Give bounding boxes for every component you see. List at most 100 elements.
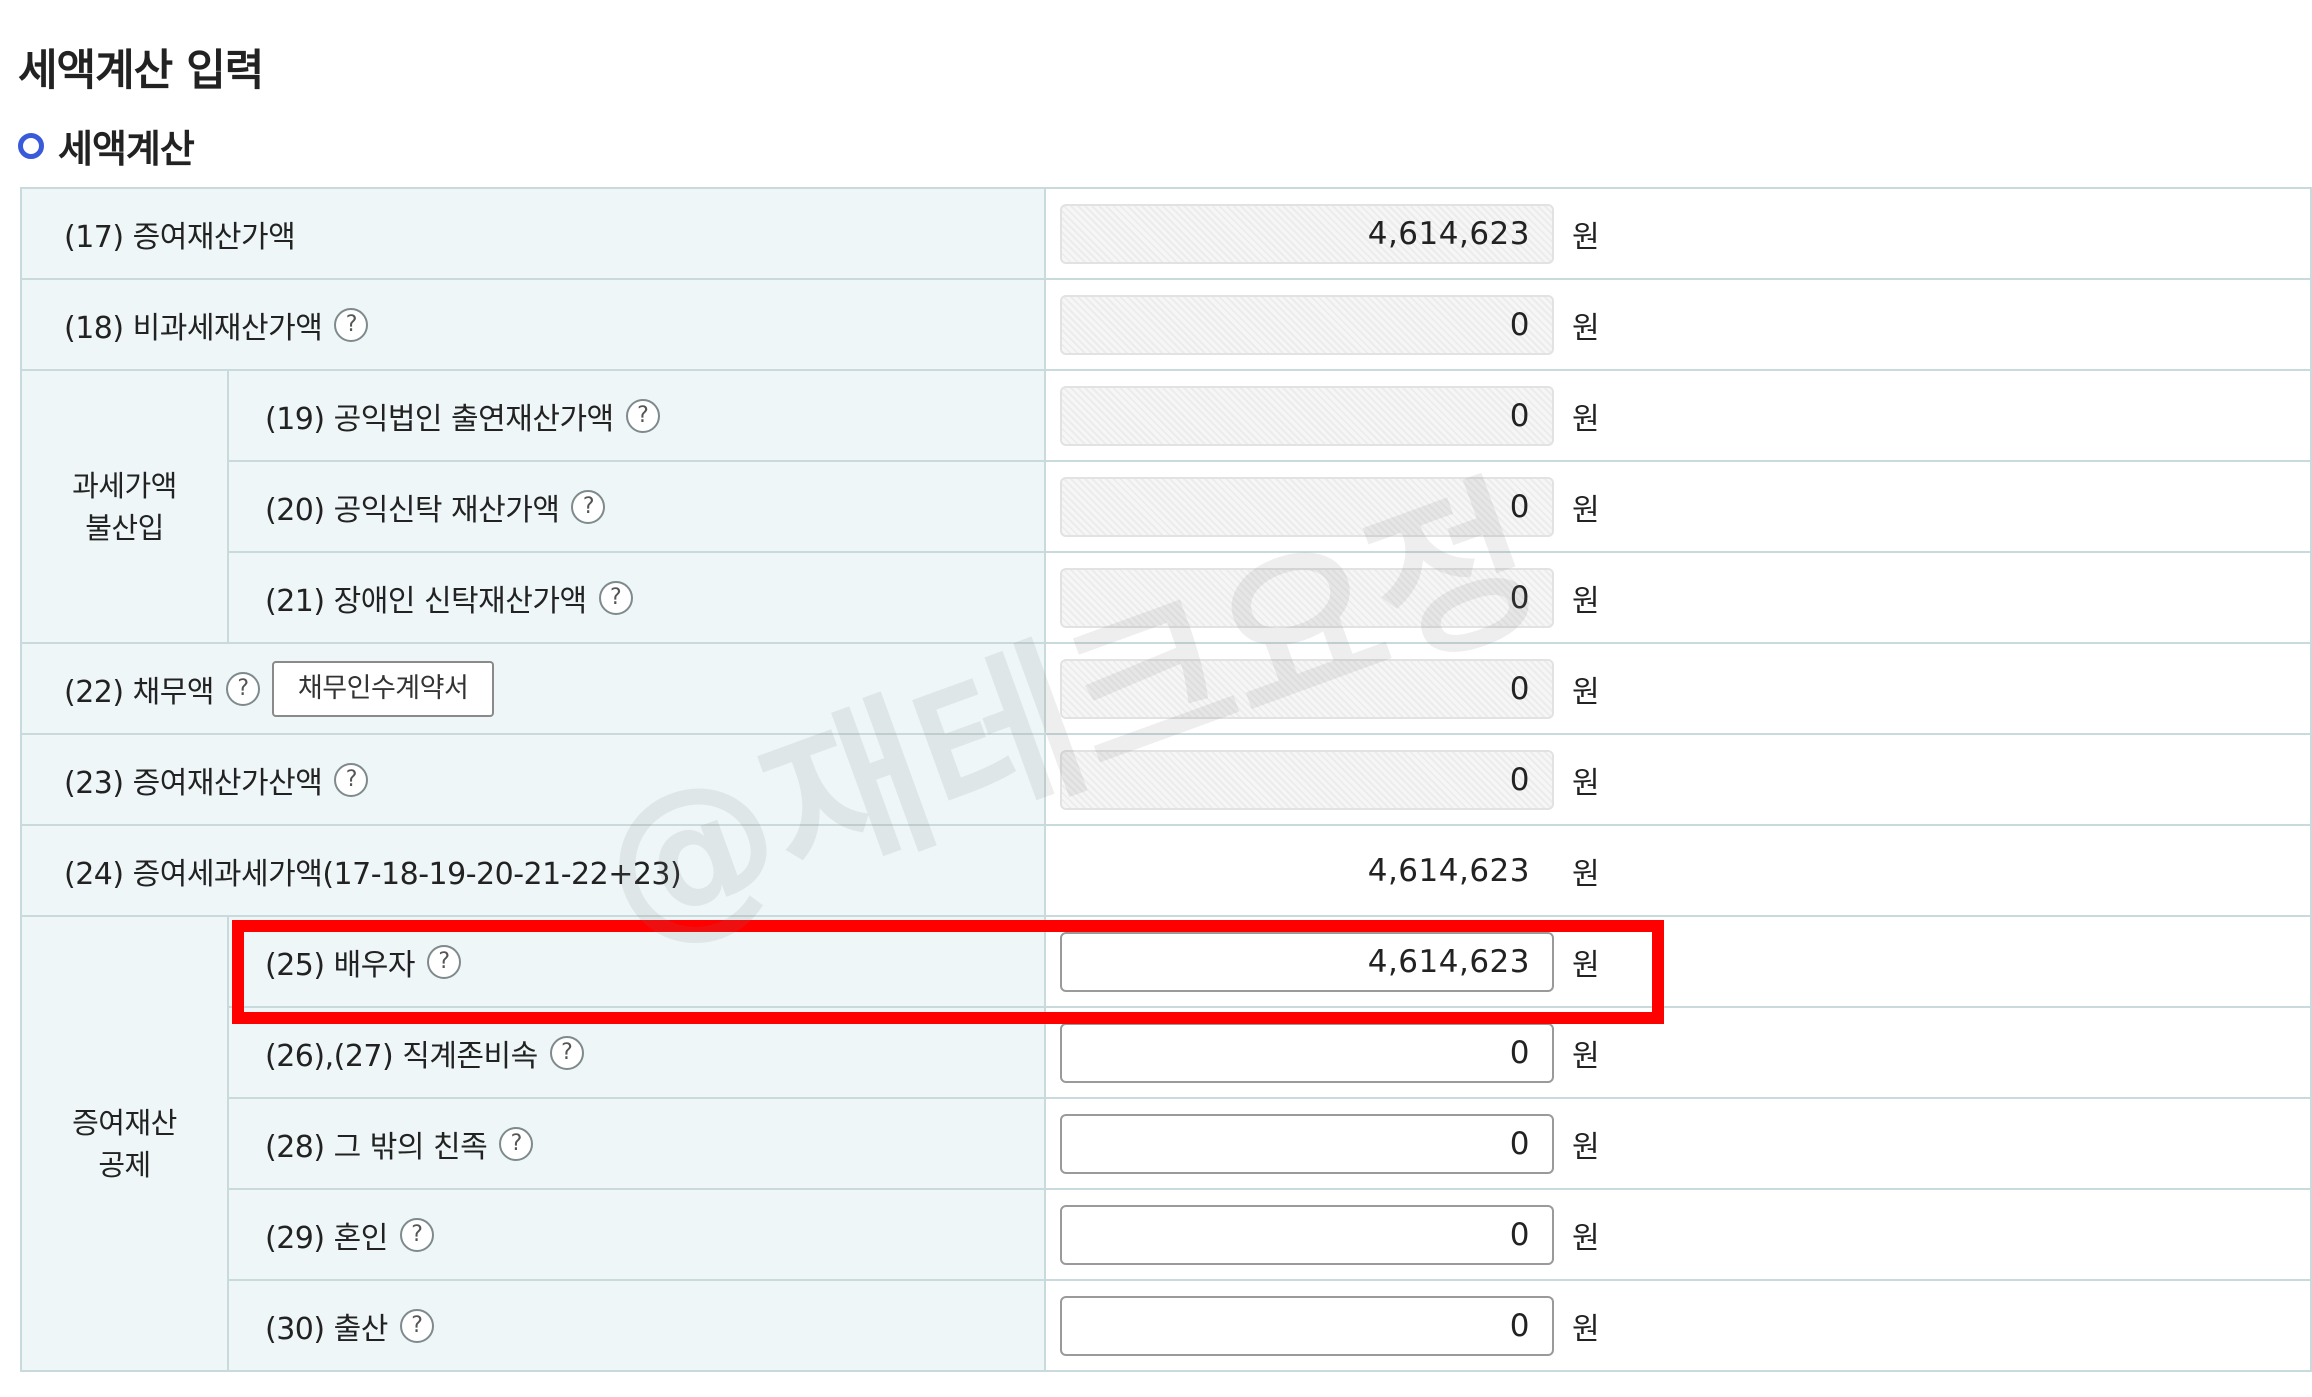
table-row-29: (29) 혼인? 0원 — [21, 1188, 2312, 1281]
row-26-label-cell: (26),(27) 직계존비속? — [227, 1006, 1046, 1099]
row-23-value-cell: 0원 — [1044, 733, 2312, 826]
help-icon[interactable]: ? — [334, 307, 369, 342]
table-row-30: (30) 출산? 0원 — [21, 1279, 2312, 1372]
row-29-label-cell: (29) 혼인? — [227, 1188, 1046, 1281]
unit-label: 원 — [1572, 1220, 1600, 1256]
debt-amount-field: 0 — [1060, 658, 1554, 719]
unit-label: 원 — [1572, 310, 1600, 346]
row-20-value-cell: 0원 — [1044, 460, 2312, 553]
marriage-deduction-input[interactable]: 0 — [1060, 1204, 1554, 1265]
tax-calculation-table: (17) 증여재산가액 4,614,623 원 (18) 비과세재산가액? 0원 … — [20, 187, 2312, 1372]
row-26-label: (26),(27) 직계존비속 — [265, 1038, 538, 1074]
exclusion-group-line1: 과세가액 — [72, 468, 177, 503]
deduction-group-line1: 증여재산 — [72, 1105, 177, 1140]
unit-label: 원 — [1572, 1038, 1600, 1074]
unit-label: 원 — [1572, 219, 1600, 255]
unit-label: 원 — [1572, 401, 1600, 437]
unit-label: 원 — [1572, 856, 1600, 892]
row-21-value-cell: 0원 — [1044, 551, 2312, 644]
section-title-text: 세액계산 — [58, 127, 195, 171]
row-26-value-cell: 0원 — [1044, 1006, 2312, 1099]
row-21-label: (21) 장애인 신탁재산가액 — [265, 583, 587, 619]
table-row-21: (21) 장애인 신탁재산가액? 0원 — [21, 551, 2312, 644]
row-30-value-cell: 0원 — [1044, 1279, 2312, 1372]
other-relative-deduction-input[interactable]: 0 — [1060, 1113, 1554, 1174]
row-23-label-cell: (23) 증여재산가산액? — [20, 733, 1046, 826]
row-29-label: (29) 혼인 — [265, 1220, 388, 1256]
table-row-18: (18) 비과세재산가액? 0원 — [20, 278, 2312, 371]
row-30-label: (30) 출산 — [265, 1311, 388, 1347]
row-22-value-cell: 0원 — [1044, 642, 2312, 735]
help-icon[interactable]: ? — [549, 1035, 584, 1070]
help-icon[interactable]: ? — [399, 1217, 434, 1252]
public-corp-contribution-field: 0 — [1060, 385, 1554, 446]
circle-bullet-icon — [18, 132, 44, 159]
debt-assumption-contract-button[interactable]: 채무인수계약서 — [271, 660, 495, 717]
row-18-label: (18) 비과세재산가액 — [64, 310, 323, 346]
row-25-value-cell: 4,614,623 원 — [1044, 915, 2312, 1008]
help-icon[interactable]: ? — [598, 580, 633, 615]
row-17-label: (17) 증여재산가액 — [64, 219, 296, 255]
help-icon[interactable]: ? — [571, 489, 606, 524]
help-icon[interactable]: ? — [625, 398, 660, 433]
help-icon[interactable]: ? — [225, 671, 260, 706]
row-24-label: (24) 증여세과세가액(17-18-19-20-21-22+23) — [64, 856, 682, 892]
table-row-20: (20) 공익신탁 재산가액? 0원 — [21, 460, 2312, 553]
row-28-value-cell: 0원 — [1044, 1097, 2312, 1190]
row-25-label: (25) 배우자 — [265, 947, 415, 983]
gift-addition-value-field: 0 — [1060, 749, 1554, 810]
table-row-26: (26),(27) 직계존비속? 0원 — [21, 1006, 2312, 1099]
table-row-23: (23) 증여재산가산액? 0원 — [20, 733, 2312, 826]
public-trust-value-field: 0 — [1060, 476, 1554, 537]
row-25-label-cell: (25) 배우자? — [227, 915, 1046, 1008]
section-title: 세액계산 — [18, 118, 195, 173]
table-row-25: 증여재산 공제 (25) 배우자? 4,614,623 원 — [20, 915, 2312, 1372]
help-icon[interactable]: ? — [426, 944, 461, 979]
gift-property-value-field: 4,614,623 — [1060, 203, 1554, 264]
taxable-gift-value-field: 4,614,623 — [1060, 840, 1554, 901]
table-row-28: (28) 그 밖의 친족? 0원 — [21, 1097, 2312, 1190]
row-22-label-cell: (22) 채무액? 채무인수계약서 — [20, 642, 1046, 735]
row-28-label-cell: (28) 그 밖의 친족? — [227, 1097, 1046, 1190]
row-19-label: (19) 공익법인 출연재산가액 — [265, 401, 614, 437]
row-20-label: (20) 공익신탁 재산가액 — [265, 492, 560, 528]
row-19-label-cell: (19) 공익법인 출연재산가액? — [227, 369, 1046, 462]
exclusion-group-line2: 불산입 — [85, 510, 164, 545]
row-21-label-cell: (21) 장애인 신탁재산가액? — [227, 551, 1046, 644]
unit-label: 원 — [1572, 1311, 1600, 1347]
row-22-label: (22) 채무액 — [64, 674, 214, 710]
spouse-deduction-input[interactable]: 4,614,623 — [1060, 931, 1554, 992]
row-18-value-cell: 0원 — [1044, 278, 2312, 371]
row-30-label-cell: (30) 출산? — [227, 1279, 1046, 1372]
page-title: 세액계산 입력 — [18, 46, 264, 96]
table-row-22: (22) 채무액? 채무인수계약서 0원 — [20, 642, 2312, 735]
deduction-group-label: 증여재산 공제 — [20, 915, 229, 1372]
help-icon[interactable]: ? — [334, 762, 369, 797]
row-24-value-cell: 4,614,623 원 — [1044, 824, 2312, 917]
childbirth-deduction-input[interactable]: 0 — [1060, 1295, 1554, 1356]
table-row-24: (24) 증여세과세가액(17-18-19-20-21-22+23) 4,614… — [20, 824, 2312, 917]
unit-label: 원 — [1572, 947, 1600, 983]
row-18-label-cell: (18) 비과세재산가액? — [20, 278, 1046, 371]
deduction-group-line2: 공제 — [98, 1147, 151, 1182]
row-17-value-cell: 4,614,623 원 — [1044, 187, 2312, 280]
row-20-label-cell: (20) 공익신탁 재산가액? — [227, 460, 1046, 553]
table-row-19: 과세가액 불산입 (19) 공익법인 출연재산가액? 0원 — [20, 369, 2312, 644]
unit-label: 원 — [1572, 1129, 1600, 1165]
table-row-17: (17) 증여재산가액 4,614,623 원 — [20, 187, 2312, 280]
unit-label: 원 — [1572, 492, 1600, 528]
row-17-label-cell: (17) 증여재산가액 — [20, 187, 1046, 280]
help-icon[interactable]: ? — [499, 1126, 534, 1161]
row-19-value-cell: 0원 — [1044, 369, 2312, 462]
disabled-trust-value-field: 0 — [1060, 567, 1554, 628]
help-icon[interactable]: ? — [399, 1308, 434, 1343]
unit-label: 원 — [1572, 765, 1600, 801]
lineal-relative-deduction-input[interactable]: 0 — [1060, 1022, 1554, 1083]
exclusion-group-label: 과세가액 불산입 — [20, 369, 229, 644]
row-29-value-cell: 0원 — [1044, 1188, 2312, 1281]
unit-label: 원 — [1572, 674, 1600, 710]
unit-label: 원 — [1572, 583, 1600, 619]
row-28-label: (28) 그 밖의 친족 — [265, 1129, 488, 1165]
row-23-label: (23) 증여재산가산액 — [64, 765, 323, 801]
non-taxable-value-field: 0 — [1060, 294, 1554, 355]
